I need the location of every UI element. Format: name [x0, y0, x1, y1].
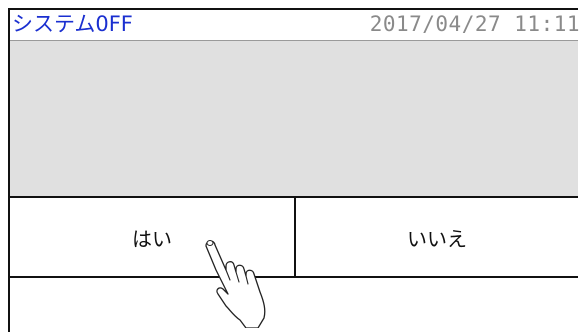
system-status-title: システム0FF	[12, 12, 133, 36]
confirm-button-row: はい いいえ	[10, 196, 578, 278]
bottom-blank-area	[10, 278, 578, 334]
no-button-label: いいえ	[407, 226, 467, 251]
message-area	[10, 40, 578, 196]
touch-screen: システム0FF 2017/04/27 11:11 はい いいえ	[8, 8, 580, 334]
status-header: システム0FF 2017/04/27 11:11	[10, 10, 580, 40]
date-time-display: 2017/04/27 11:11	[369, 12, 580, 36]
yes-button[interactable]: はい	[10, 198, 296, 276]
yes-button-label: はい	[132, 226, 172, 251]
no-button[interactable]: いいえ	[296, 198, 578, 276]
